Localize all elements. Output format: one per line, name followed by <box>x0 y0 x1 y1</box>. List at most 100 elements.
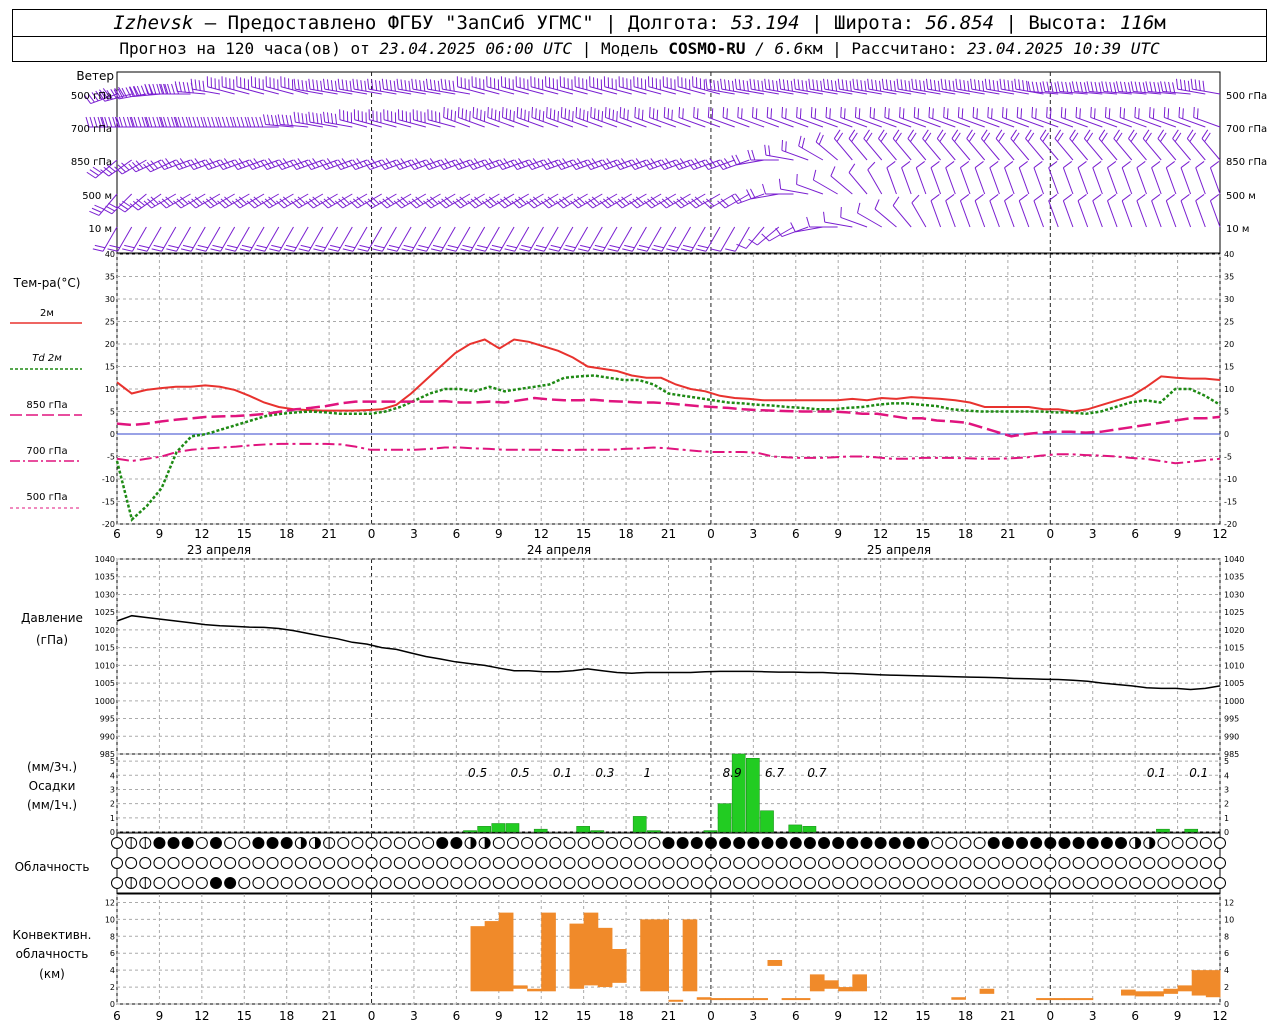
wind-barb-feather <box>433 80 437 91</box>
wind-barb-feather <box>200 116 205 128</box>
wind-barb-shaft <box>878 138 897 161</box>
wind-barb-feather <box>465 109 467 121</box>
temp-y-tick-left: 20 <box>105 340 115 349</box>
temp-y-tick-left: 40 <box>105 250 115 259</box>
press-y-tick-left: 1000 <box>95 697 115 706</box>
conv-y-tick-left: 10 <box>105 915 115 924</box>
conv-y-tick-left: 6 <box>110 949 115 958</box>
conv-y-tick-right: 0 <box>1224 1000 1229 1009</box>
wind-barb <box>1151 194 1162 228</box>
cloud-symbol <box>719 837 732 849</box>
wind-barb <box>456 76 485 95</box>
wind-barb <box>592 226 618 252</box>
wind-barb-feather <box>1109 81 1113 93</box>
wind-barb-feather <box>1083 82 1087 93</box>
conv-bar <box>611 949 627 983</box>
wind-barb-feather <box>118 116 123 128</box>
wind-barb <box>793 78 824 95</box>
cloud-symbol <box>1072 877 1085 889</box>
cloud-symbol <box>577 837 590 849</box>
wind-barb-feather <box>188 116 193 128</box>
wind-barb-shaft <box>575 86 603 95</box>
cloud-symbol <box>860 837 873 849</box>
conv-bar <box>654 919 669 992</box>
cloud-symbol <box>266 857 279 869</box>
wind-barb-feather <box>1016 106 1019 118</box>
wind-barb <box>1077 194 1089 228</box>
wind-barb-feather <box>221 116 226 128</box>
wind-barb-feather <box>1166 161 1175 169</box>
wind-barb <box>1010 129 1030 161</box>
wind-barb-shaft <box>927 88 956 95</box>
wind-barb-shaft <box>930 200 942 228</box>
wind-barb-shaft <box>1090 116 1118 128</box>
wind-barb-shaft <box>809 88 838 95</box>
wind-barb-shaft <box>381 226 397 252</box>
wind-barb-feather <box>356 79 359 90</box>
wind-barb-shaft <box>412 88 441 95</box>
wind-barb-feather <box>746 189 752 200</box>
conv-bar <box>696 997 712 1000</box>
wind-barb-shaft <box>383 119 412 128</box>
wind-barb-shaft <box>922 138 941 161</box>
wind-barb <box>1201 129 1221 161</box>
wind-barb-feather <box>869 106 872 118</box>
wind-barb-shaft <box>266 86 294 95</box>
wind-barb <box>445 226 471 252</box>
cloud-symbol <box>902 857 915 869</box>
wind-barb-feather <box>1033 161 1043 169</box>
x-tick-label: 3 <box>750 1009 758 1023</box>
press-y-tick-left: 1035 <box>95 573 115 582</box>
wind-barb <box>636 226 662 252</box>
wind-barb-feather <box>945 194 955 202</box>
wind-barb-feather <box>171 116 176 128</box>
wind-barb <box>1033 194 1044 228</box>
cloud-symbol <box>492 837 505 849</box>
legend-td2m-label: Td 2м <box>32 353 62 364</box>
wind-barb <box>1136 194 1147 228</box>
wind-barb-feather <box>1094 81 1098 93</box>
wind-barb-feather <box>996 80 999 92</box>
wind-barb-feather <box>974 194 984 202</box>
wind-barb-feather <box>976 108 978 119</box>
cloud-symbol <box>422 837 435 849</box>
conv-bar <box>1191 970 1207 996</box>
wind-barb-feather <box>1198 80 1201 91</box>
wind-barb <box>1107 194 1118 228</box>
wind-barb-shaft <box>737 116 765 128</box>
wind-barb <box>578 226 603 252</box>
wind-barb-feather <box>326 112 330 123</box>
wind-barb-feather <box>549 108 552 119</box>
cloud-symbol <box>323 857 336 869</box>
wind-barb-feather <box>1022 80 1025 91</box>
precip-y-tick-left: 0 <box>110 828 115 837</box>
cloud-symbol <box>379 857 392 869</box>
wind-barb-feather <box>105 205 115 212</box>
wind-barb-feather <box>911 78 914 90</box>
wind-barb-feather <box>1136 194 1146 202</box>
wind-barb-feather <box>501 106 504 118</box>
wind-barb-feather <box>1004 194 1014 202</box>
wind-barb-shaft <box>943 116 971 128</box>
wind-barb-feather <box>1094 108 1096 119</box>
cloud-symbol <box>535 857 548 869</box>
wind-barb-shaft <box>516 86 544 95</box>
cloud-symbol <box>506 857 519 869</box>
cloud-symbol <box>761 837 774 849</box>
wind-barb-feather <box>300 244 312 249</box>
conv-y-tick-left: 2 <box>110 983 115 992</box>
cloud-symbol <box>620 837 633 849</box>
cloud-symbol <box>860 877 873 889</box>
wind-barb-feather <box>1113 82 1117 93</box>
wind-barb-feather <box>364 80 367 92</box>
wind-barb <box>1186 129 1206 161</box>
wind-barb-feather <box>112 116 117 128</box>
wind-barb-feather <box>330 244 341 249</box>
wind-barb-feather <box>122 248 133 252</box>
wind-barb-feather <box>818 134 824 145</box>
cloud-symbol <box>747 877 760 889</box>
wind-barb <box>812 169 838 195</box>
precip-y-tick-left: 5 <box>110 757 115 766</box>
cloud-symbol <box>1030 837 1043 849</box>
press-y-tick-left: 995 <box>100 715 115 724</box>
